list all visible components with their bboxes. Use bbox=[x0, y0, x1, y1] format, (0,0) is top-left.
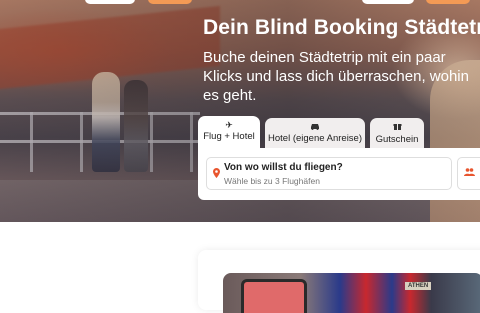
top-nav-button[interactable] bbox=[362, 0, 414, 4]
top-nav-button[interactable] bbox=[426, 0, 470, 4]
departure-field-label: Von wo willst du fliegen? bbox=[224, 162, 343, 173]
airplane-icon: ✈ bbox=[225, 120, 233, 130]
tab-hotel-own-travel[interactable]: Hotel (eigene Anreise) bbox=[265, 118, 365, 148]
tab-label: Gutschein bbox=[375, 134, 419, 145]
departure-field-placeholder: Wähle bis zu 3 Flughäfen bbox=[224, 176, 320, 186]
tab-voucher[interactable]: Gutschein bbox=[370, 118, 424, 148]
car-icon bbox=[265, 122, 365, 133]
departure-airport-field[interactable]: Von wo willst du fliegen? Wähle bis zu 3… bbox=[206, 157, 452, 190]
hero-title: Dein Blind Booking Städtetrip bbox=[203, 16, 480, 39]
top-nav-button[interactable] bbox=[148, 0, 192, 4]
gift-icon bbox=[370, 122, 424, 134]
people-icon bbox=[464, 168, 475, 178]
phone-illustration bbox=[241, 279, 307, 313]
tab-label: Flug + Hotel bbox=[203, 131, 255, 142]
tab-label: Hotel (eigene Anreise) bbox=[268, 133, 362, 144]
travelers-field[interactable] bbox=[457, 157, 480, 190]
destination-card-image: ATHEN bbox=[223, 273, 480, 313]
top-nav-button[interactable] bbox=[85, 0, 135, 4]
location-pin-icon bbox=[213, 168, 220, 180]
tab-flight-hotel[interactable]: ✈ Flug + Hotel bbox=[198, 116, 260, 150]
athen-sign: ATHEN bbox=[405, 282, 432, 290]
hero-subtitle: Buche deinen Städtetrip mit ein paar Kli… bbox=[203, 49, 469, 104]
